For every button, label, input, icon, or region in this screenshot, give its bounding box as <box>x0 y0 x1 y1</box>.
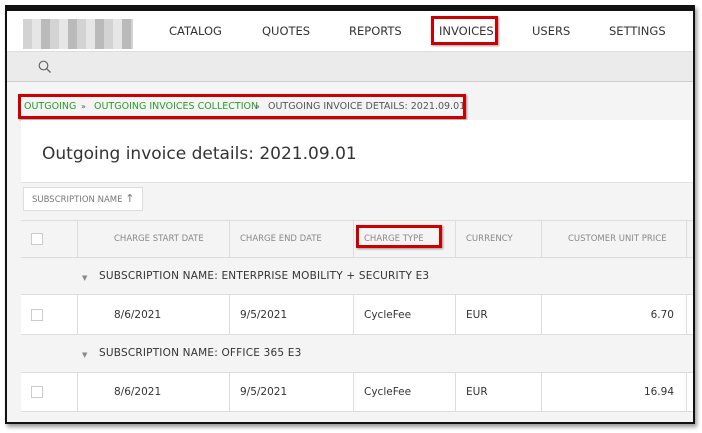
search-icon[interactable] <box>38 60 52 74</box>
nav-catalog[interactable]: CATALOG <box>169 24 222 38</box>
logo <box>23 19 133 49</box>
highlight-charge-type <box>356 225 442 248</box>
cell-currency: EUR <box>456 295 542 334</box>
cell-unit-price: 6.70 <box>542 295 687 334</box>
arrow-up-icon[interactable]: ↑ <box>125 192 134 205</box>
highlight-breadcrumb <box>18 94 466 119</box>
col-customer-unit-price[interactable]: CUSTOMER UNIT PRICE <box>542 221 687 257</box>
search-bar <box>7 52 693 82</box>
group-panel: SUBSCRIPTION NAME ↑ <box>21 182 693 220</box>
nav-users[interactable]: USERS <box>532 24 570 38</box>
group-label: SUBSCRIPTION NAME: ENTERPRISE MOBILITY +… <box>99 270 430 282</box>
cell-start-date: 8/6/2021 <box>78 295 230 334</box>
top-nav: CATALOG QUOTES REPORTS INVOICES USERS SE… <box>7 11 693 52</box>
group-chip-subscription-name[interactable]: SUBSCRIPTION NAME ↑ <box>23 187 144 211</box>
select-all-checkbox[interactable] <box>31 233 43 245</box>
content-panel: Outgoing invoice details: 2021.09.01 SUB… <box>21 120 693 422</box>
group-row[interactable]: ▼ SUBSCRIPTION NAME: ENTERPRISE MOBILITY… <box>21 258 693 295</box>
nav-quotes[interactable]: QUOTES <box>262 24 310 38</box>
app-window: CATALOG QUOTES REPORTS INVOICES USERS SE… <box>5 5 695 424</box>
table-header: CHARGE START DATE CHARGE END DATE CHARGE… <box>21 220 693 258</box>
col-charge-end-date[interactable]: CHARGE END DATE <box>230 221 354 257</box>
row-checkbox[interactable] <box>31 308 43 321</box>
caret-down-icon[interactable]: ▼ <box>82 351 87 359</box>
group-label: SUBSCRIPTION NAME: OFFICE 365 E3 <box>99 347 302 359</box>
caret-down-icon[interactable]: ▼ <box>82 274 87 282</box>
group-chip-label: SUBSCRIPTION NAME <box>32 195 123 205</box>
nav-reports[interactable]: REPORTS <box>349 24 402 38</box>
cell-end-date: 9/5/2021 <box>230 373 354 411</box>
col-currency[interactable]: CURRENCY <box>456 221 542 257</box>
highlight-invoices <box>431 16 498 45</box>
cell-charge-type: CycleFee <box>354 295 456 334</box>
page-title: Outgoing invoice details: 2021.09.01 <box>42 144 357 164</box>
col-charge-start-date[interactable]: CHARGE START DATE <box>78 221 230 257</box>
table-row: 8/6/2021 9/5/2021 CycleFee EUR 16.94 <box>21 373 693 412</box>
group-row[interactable]: ▼ SUBSCRIPTION NAME: OFFICE 365 E3 <box>21 335 693 373</box>
cell-currency: EUR <box>456 373 542 411</box>
row-checkbox[interactable] <box>31 386 43 398</box>
table-footer <box>21 412 693 422</box>
cell-charge-type: CycleFee <box>354 373 456 411</box>
nav-settings[interactable]: SETTINGS <box>609 24 666 38</box>
cell-unit-price: 16.94 <box>542 373 687 411</box>
cell-start-date: 8/6/2021 <box>78 373 230 411</box>
cell-end-date: 9/5/2021 <box>230 295 354 334</box>
breadcrumb: OUTGOING » OUTGOING INVOICES COLLECTION … <box>7 82 693 120</box>
table-row: 8/6/2021 9/5/2021 CycleFee EUR 6.70 <box>21 295 693 335</box>
